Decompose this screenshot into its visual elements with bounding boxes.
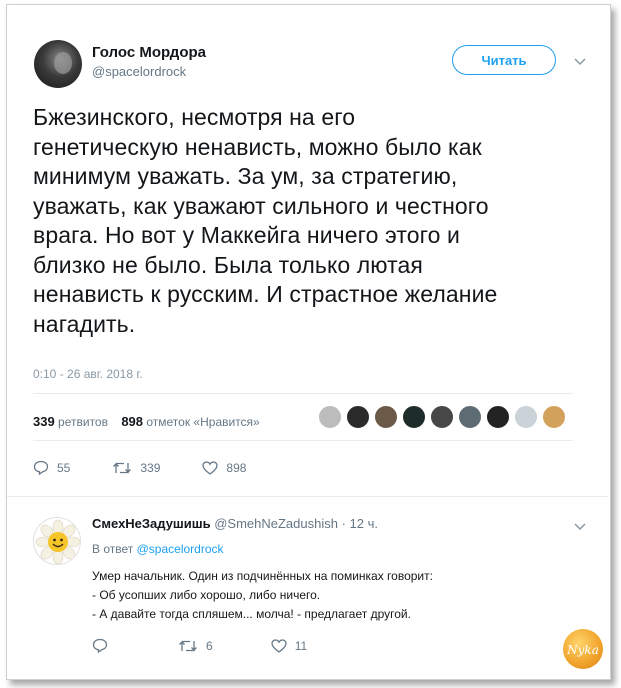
tweet-text-line: ненависть к русским. И страстное желание [33,281,498,307]
author-name[interactable]: Голос Мордора [92,44,206,61]
author-handle[interactable]: @spacelordrock [92,64,186,79]
reply-time[interactable]: · 12 ч. [342,516,378,531]
reply-retweet-button[interactable]: 6 [178,639,213,653]
liker-avatar[interactable] [346,405,370,429]
tweet-text-line: Бжезинского, несмотря на его [33,104,356,130]
reply-to: В ответ @spacelordrock [92,542,224,556]
watermark-logo: Nyka [563,629,603,669]
tweet-text-line: нагадить. [33,310,136,337]
liker-avatar[interactable] [318,405,342,429]
liker-avatar[interactable] [430,405,454,429]
reply-author-handle[interactable]: @SmehNeZadushish [214,516,338,531]
tweet-text-line: генетическую ненависть, можно было как [33,133,482,160]
tweet-text-line: уважать, как уважают сильного и честного [33,192,489,219]
reply-actions: 6 11 [92,638,307,653]
divider [33,393,573,394]
reply-text-line: - Об усопших либо хорошо, либо ничего. [92,588,321,602]
divider [7,496,608,497]
likes-count[interactable]: 898 [121,414,143,429]
like-count: 898 [226,460,247,475]
reply-text-line: - А давайте тогда спляшем... молча! - пр… [92,607,411,621]
reply-to-handle-link[interactable]: @spacelordrock [137,542,224,556]
liker-avatar[interactable] [402,405,426,429]
retweet-icon [179,639,197,652]
tweet-text: Бжезинского, несмотря на его генетическу… [33,103,593,339]
reply-count: 55 [57,460,71,475]
heart-icon [202,460,219,475]
retweet-button[interactable]: 339 [112,461,160,475]
reply-author-name[interactable]: СмехНеЗадушишь [92,516,211,531]
reply-author: СмехНеЗадушишь @SmehNeZadushish · 12 ч. [92,516,378,531]
retweets-count[interactable]: 339 [33,414,55,429]
liker-avatar[interactable] [458,405,482,429]
tweet-actions: 55 339 898 [33,460,246,475]
likes-label[interactable]: отметок «Нравится» [146,415,259,429]
author-avatar[interactable] [34,40,82,88]
liker-avatar[interactable] [542,405,566,429]
tweet-text-line: минимум уважать. За ум, за стратегию, [33,163,458,189]
tweet-timestamp[interactable]: 0:10 - 26 авг. 2018 г. [33,367,143,381]
follow-button[interactable]: Читать [452,45,556,75]
retweet-count: 339 [140,460,161,475]
liker-avatar[interactable] [514,405,538,429]
tweet-text-line: врага. Но вот у Маккейга ничего этого и [33,222,460,248]
reply-icon [33,460,49,475]
reply-icon [92,638,108,653]
reply-author-avatar[interactable] [33,517,81,565]
retweets-label[interactable]: ретвитов [58,415,108,429]
chevron-down-icon[interactable] [574,54,586,69]
reply-to-prefix: В ответ [92,542,134,556]
liker-avatar[interactable] [374,405,398,429]
retweet-icon [113,461,132,474]
like-button[interactable]: 898 [202,461,246,475]
likers-avatars [318,405,570,429]
watermark-text: Nyka [566,643,599,657]
tweet-text-line: близко не было. Была только лютая [33,251,423,278]
divider [33,440,573,441]
tweet-stats: 339 ретвитов 898 отметок «Нравится» [33,414,260,429]
liker-avatar[interactable] [486,405,510,429]
reply-like-button[interactable]: 11 [271,639,307,653]
reply-text-line: Умер начальник. Один из подчинённых на п… [92,569,433,583]
reply-reply-button[interactable] [92,638,116,653]
chevron-down-icon[interactable] [574,519,586,534]
heart-icon [271,638,287,653]
reply-retweet-count: 6 [206,638,213,653]
reply-button[interactable]: 55 [33,460,70,475]
reply-like-count: 11 [294,638,308,653]
